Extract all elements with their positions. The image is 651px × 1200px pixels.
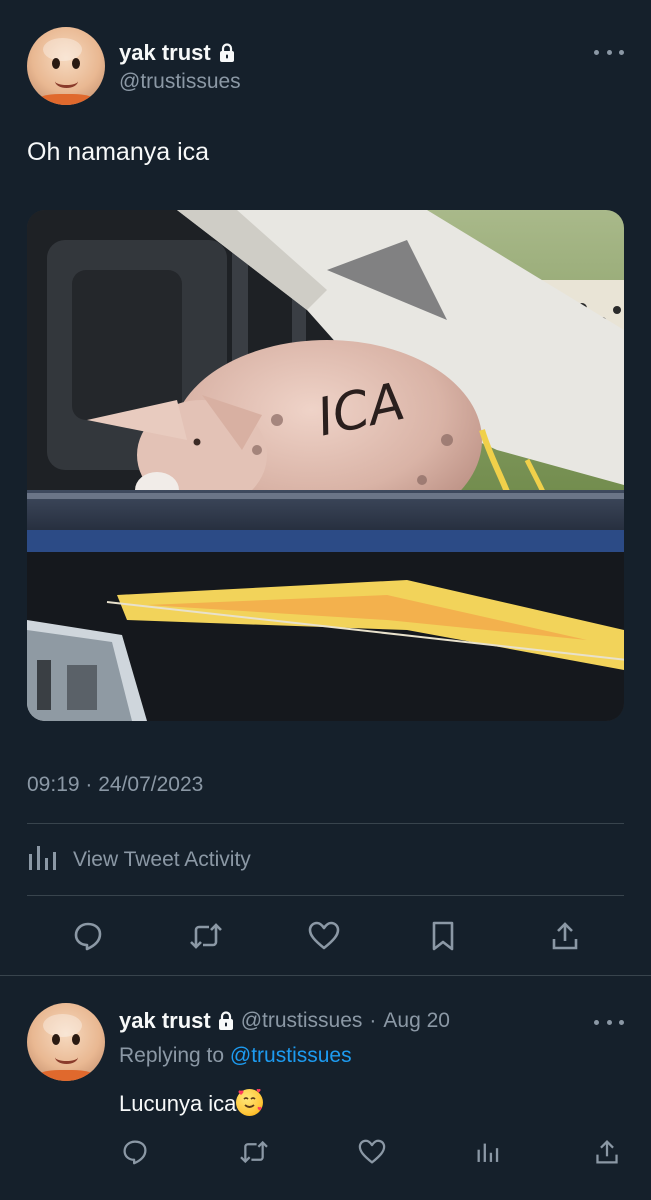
bookmark-icon[interactable] bbox=[423, 916, 463, 956]
lock-icon bbox=[218, 1011, 234, 1031]
share-icon[interactable] bbox=[545, 916, 585, 956]
reply-author-name[interactable]: yak trust bbox=[119, 1008, 211, 1034]
reply-text-body: Lucunya ica bbox=[119, 1091, 237, 1116]
lock-icon bbox=[219, 43, 235, 63]
heart-icon[interactable] bbox=[352, 1132, 392, 1172]
replying-to-label: Replying to bbox=[119, 1044, 225, 1067]
view-tweet-activity-label: View Tweet Activity bbox=[73, 848, 251, 871]
divider bbox=[27, 823, 624, 824]
smiling-face-with-hearts-icon bbox=[236, 1089, 264, 1116]
replying-to-line: Replying to @trustissues bbox=[119, 1044, 352, 1068]
reply-text: Lucunya ica bbox=[119, 1089, 264, 1117]
divider bbox=[27, 895, 624, 896]
tweet-timestamp[interactable]: 09:19 · 24/07/2023 bbox=[27, 773, 203, 797]
reply-header: yak trust @trustissues · Aug 20 bbox=[119, 1008, 450, 1034]
pig-photo: ICA bbox=[27, 210, 624, 721]
share-icon[interactable] bbox=[587, 1132, 627, 1172]
analytics-icon bbox=[27, 842, 61, 878]
reply-date[interactable]: Aug 20 bbox=[383, 1009, 450, 1033]
tweet-actions bbox=[27, 910, 624, 962]
replying-to-mention[interactable]: @trustissues bbox=[230, 1044, 352, 1067]
heart-icon[interactable] bbox=[304, 916, 344, 956]
separator-dot: · bbox=[369, 1009, 377, 1032]
retweet-icon[interactable] bbox=[234, 1132, 274, 1172]
author-handle[interactable]: @trustissues bbox=[119, 70, 241, 94]
comment-icon[interactable] bbox=[115, 1132, 155, 1172]
divider bbox=[0, 975, 651, 976]
tweet-text: Oh namanya ica bbox=[27, 138, 210, 166]
reply-author-avatar[interactable] bbox=[27, 1003, 105, 1081]
more-icon[interactable] bbox=[594, 1017, 624, 1027]
tweet-detail-screen: yak trust @trustissues Oh namanya ica IC… bbox=[0, 0, 651, 1200]
retweet-icon[interactable] bbox=[186, 916, 226, 956]
comment-icon[interactable] bbox=[68, 916, 108, 956]
analytics-icon[interactable] bbox=[469, 1132, 509, 1172]
view-tweet-activity-link[interactable]: View Tweet Activity bbox=[27, 842, 251, 878]
reply-actions bbox=[119, 1132, 624, 1176]
reply-author-handle[interactable]: @trustissues bbox=[241, 1009, 363, 1033]
author-name-row[interactable]: yak trust bbox=[119, 40, 235, 66]
author-avatar[interactable] bbox=[27, 27, 105, 105]
tweet-image[interactable]: ICA bbox=[27, 210, 624, 721]
author-name[interactable]: yak trust bbox=[119, 40, 211, 66]
more-icon[interactable] bbox=[594, 47, 624, 57]
